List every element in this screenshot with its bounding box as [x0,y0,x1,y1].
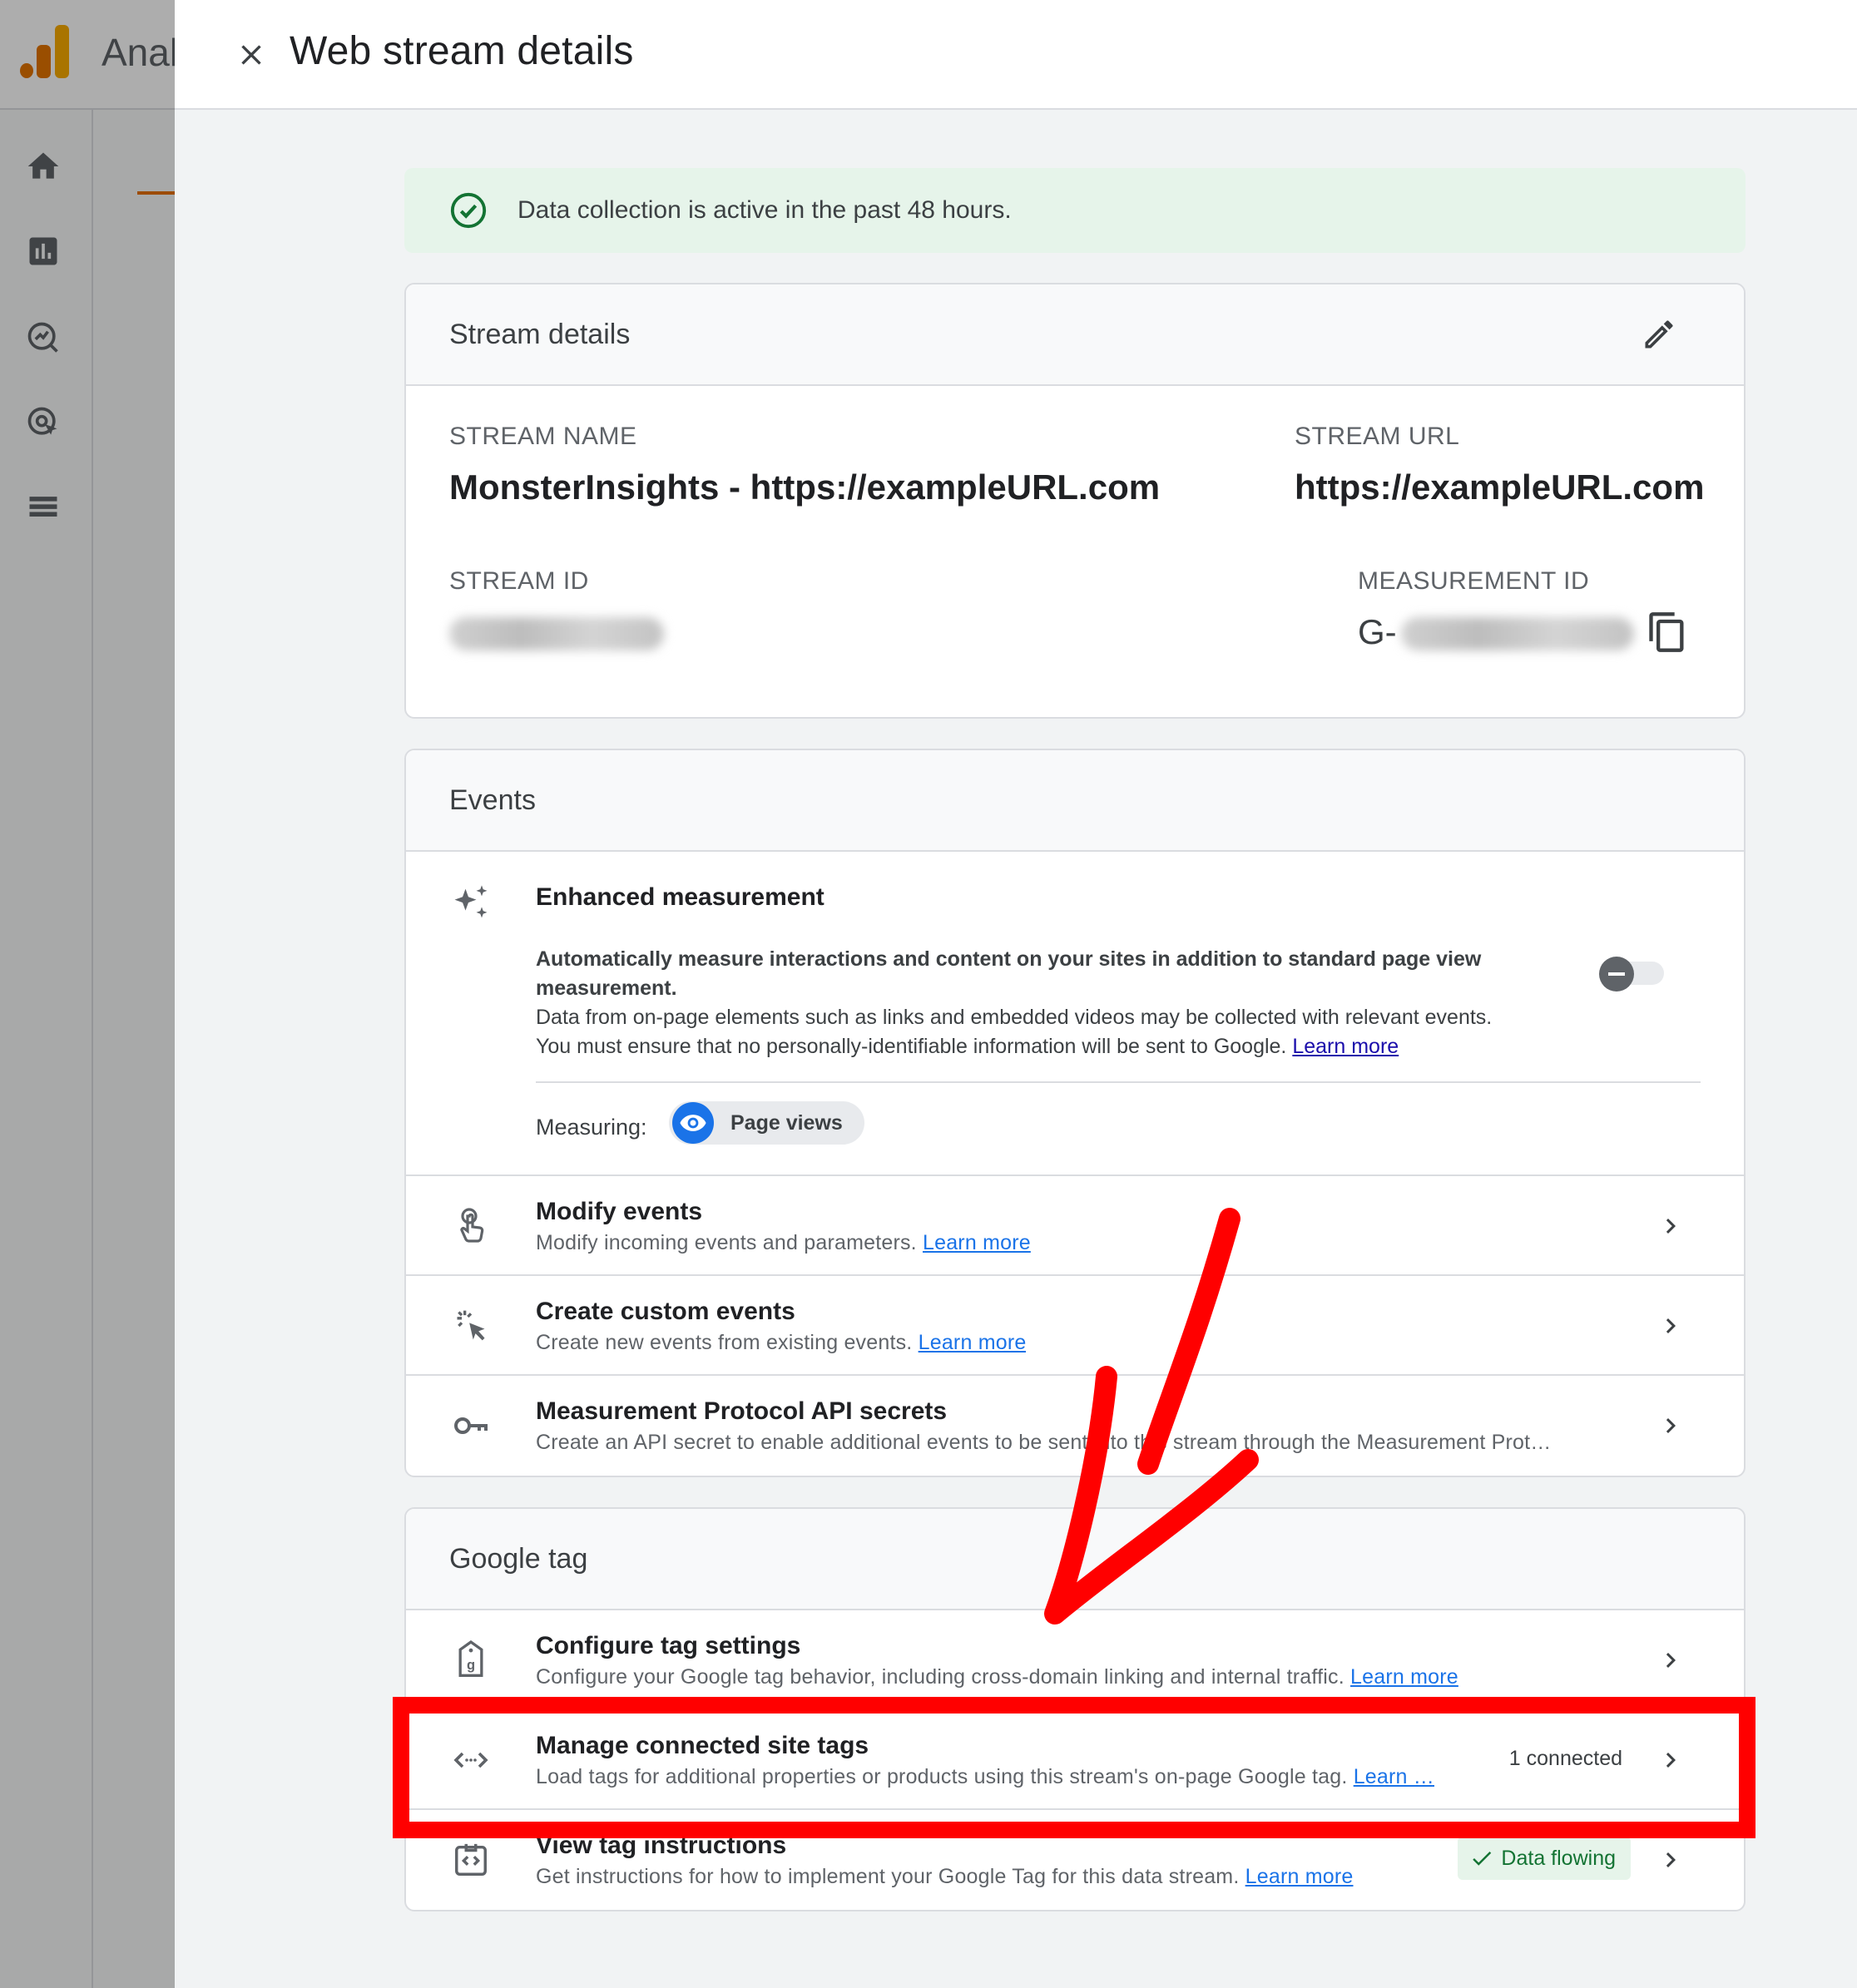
row-title: Measurement Protocol API secrets [536,1397,948,1425]
configure-tag-settings-row[interactable]: g Configure tag settings Configure your … [406,1610,1744,1710]
check-icon [1473,1852,1492,1866]
stream-id-label: STREAM ID [449,567,589,595]
measurement-id-label: MEASUREMENT ID [1358,567,1590,595]
page-views-chip: Page views [669,1101,864,1145]
row-subtitle: Configure your Google tag behavior, incl… [536,1665,1458,1689]
row-subtitle: Get instructions for how to implement yo… [536,1865,1354,1888]
events-header: Events [406,750,1744,852]
sheet-header: Web stream details [175,0,1857,110]
connected-count: 1 connected [1508,1747,1622,1770]
code-arrows-icon [449,1738,493,1782]
stream-name-value: MonsterInsights - https://exampleURL.com [449,467,1161,507]
row-subtitle: Modify incoming events and parameters. L… [536,1231,1031,1254]
manage-connected-site-tags-row[interactable]: Manage connected site tags Load tags for… [406,1710,1744,1810]
chevron-right-icon [1666,1418,1676,1433]
row-title: Configure tag settings [536,1632,801,1659]
card-title: Stream details [449,318,631,350]
divider [536,1081,1701,1083]
measuring-label: Measuring: [536,1115,647,1140]
chevron-right-icon [1666,1219,1676,1234]
sparkle-icon [449,882,493,925]
chevron-right-icon [1666,1753,1676,1768]
modal-scrim[interactable] [0,0,175,1988]
create-custom-events-row[interactable]: Create custom events Create new events f… [406,1276,1744,1376]
row-title: Modify events [536,1198,703,1225]
enhanced-desc-line1: Data from on-page elements such as links… [536,1006,1493,1029]
key-icon [449,1404,493,1447]
stream-name-label: STREAM NAME [449,423,637,450]
stream-url-value: https://exampleURL.com [1295,467,1705,507]
stream-id-redacted [449,617,664,650]
chevron-right-icon [1666,1318,1676,1333]
row-title: Manage connected site tags [536,1732,869,1759]
enhanced-desc-line2: You must ensure that no personally-ident… [536,1035,1287,1058]
eye-icon [672,1102,714,1144]
close-button[interactable] [226,30,276,80]
learn-more-link[interactable]: Learn more [919,1331,1027,1354]
row-title: Create custom events [536,1298,795,1325]
enhanced-measurement-toggle[interactable] [1599,957,1664,992]
card-title: Events [449,784,536,816]
card-title: Google tag [449,1542,588,1575]
row-subtitle: Load tags for additional properties or p… [536,1765,1434,1788]
google-tag-header: Google tag [406,1509,1744,1610]
stream-details-header: Stream details [406,284,1744,386]
row-title: View tag instructions [536,1832,787,1859]
copy-icon[interactable] [1646,611,1689,654]
edit-pencil-icon[interactable] [1641,316,1677,353]
learn-more-link[interactable]: Learn more [923,1231,1031,1254]
check-circle-icon [450,192,487,229]
chevron-right-icon [1666,1653,1676,1668]
touch-hand-icon [449,1204,493,1248]
toggle-minus-icon [1599,957,1634,992]
view-tag-instructions-row[interactable]: View tag instructions Get instructions f… [406,1810,1744,1910]
enhanced-desc-bold: Automatically measure interactions and c… [536,947,1482,1000]
learn-more-link[interactable]: Learn more [1350,1665,1458,1689]
enhanced-measurement-title: Enhanced measurement [536,883,825,911]
stream-details-card: Stream details STREAM NAME MonsterInsigh… [404,283,1746,719]
close-icon [241,45,261,65]
enhanced-measurement-description: Automatically measure interactions and c… [536,945,1584,1061]
row-subtitle: Create new events from existing events. … [536,1331,1027,1354]
learn-more-link[interactable]: Learn more [1245,1865,1354,1888]
badge-label: Data flowing [1501,1846,1616,1870]
chevron-right-icon [1666,1852,1676,1867]
learn-more-link[interactable]: Learn more [1292,1035,1399,1058]
enhanced-measurement-section: Enhanced measurement Automatically measu… [406,852,1744,1176]
sheet-content: Data collection is active in the past 48… [404,168,1746,1911]
modify-events-row[interactable]: Modify events Modify incoming events and… [406,1176,1744,1276]
tag-instructions-icon [449,1838,493,1882]
row-subtitle: Create an API secret to enable additiona… [536,1431,1552,1454]
learn-more-link[interactable]: Learn … [1354,1765,1434,1788]
chip-label: Page views [730,1110,843,1135]
click-cursor-icon [449,1304,493,1348]
data-collection-banner: Data collection is active in the past 48… [404,168,1746,253]
svg-text:g: g [467,1658,475,1673]
banner-text: Data collection is active in the past 48… [517,196,1012,224]
stream-url-label: STREAM URL [1295,423,1460,450]
measurement-protocol-row[interactable]: Measurement Protocol API secrets Create … [406,1376,1744,1476]
data-flowing-badge: Data flowing [1458,1837,1631,1880]
web-stream-details-sheet: Web stream details Data collection is ac… [175,0,1857,1988]
google-tag-card: Google tag g Configure tag settings Conf… [404,1507,1746,1911]
measurement-id-redacted [1401,617,1634,650]
google-tag-icon: g [449,1639,493,1682]
stream-details-body: STREAM NAME MonsterInsights - https://ex… [406,386,1744,717]
measurement-id-prefix: G- [1358,612,1397,651]
events-card: Events Enhanced measurement Automaticall… [404,749,1746,1477]
sheet-title: Web stream details [290,29,634,73]
